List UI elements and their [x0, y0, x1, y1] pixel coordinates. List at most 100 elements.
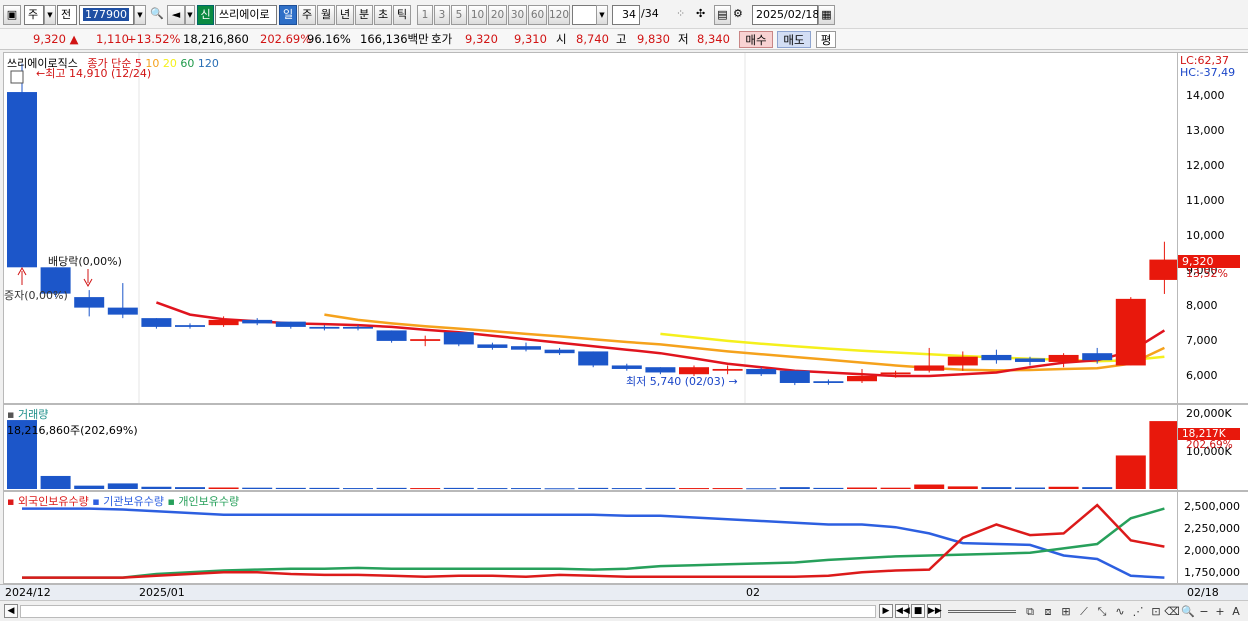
high-label: 고: [616, 32, 627, 46]
search-icon[interactable]: 🔍: [149, 5, 165, 25]
minute-option-3[interactable]: 3: [434, 5, 450, 25]
minute-option-1[interactable]: 1: [417, 5, 433, 25]
page-counter-input[interactable]: 34: [612, 5, 640, 25]
volume-bar: [578, 487, 609, 489]
zoom-slider[interactable]: [948, 610, 1016, 613]
candle-body: [376, 330, 407, 341]
holding-tick: 2,500,000: [1184, 499, 1240, 513]
crosshair-icon[interactable]: ✣: [696, 5, 712, 25]
candle-body: [645, 367, 676, 373]
line-tool-icon[interactable]: ⟋: [1076, 604, 1092, 619]
zoom-icon[interactable]: 🔍: [1180, 604, 1196, 619]
layout-icon[interactable]: ▣: [3, 5, 21, 25]
minute-option-120[interactable]: 120: [548, 5, 570, 25]
minute-option-30[interactable]: 30: [508, 5, 527, 25]
copy-icon[interactable]: ⧉: [1022, 604, 1038, 619]
price-chart[interactable]: ←최고 14,910 (12/24)최저 5,740 (02/03) →배당락(…: [4, 53, 1178, 404]
interval-tab-6[interactable]: 틱: [393, 5, 411, 25]
chevron-down-icon[interactable]: ▼: [134, 5, 146, 25]
minute-option-60[interactable]: 60: [528, 5, 547, 25]
font-size-icon[interactable]: A: [1228, 604, 1244, 619]
minute-option-10[interactable]: 10: [468, 5, 487, 25]
volume-bar: [847, 487, 877, 489]
candle-body: [477, 344, 508, 348]
interval-tab-0[interactable]: 일: [279, 5, 297, 25]
gear-icon[interactable]: ⚙: [733, 5, 749, 25]
holding-legend-1: ▪ 기관보유수량: [88, 495, 164, 508]
candle-body: [1115, 298, 1146, 366]
speaker-icon[interactable]: ◄: [167, 5, 185, 25]
volume-bar: [74, 485, 105, 489]
volume-bar: [275, 487, 306, 489]
sell-button[interactable]: 매도: [777, 31, 811, 48]
high-price: 9,830: [637, 32, 670, 46]
wave-tool-icon[interactable]: ∿: [1112, 604, 1128, 619]
zoom-in-icon[interactable]: +: [1212, 604, 1228, 619]
chevron-down-icon[interactable]: ▼: [185, 5, 195, 25]
interval-tab-3[interactable]: 년: [336, 5, 354, 25]
zoom-out-icon[interactable]: −: [1196, 604, 1212, 619]
volume-bar: [746, 488, 777, 490]
interval-tab-1[interactable]: 주: [298, 5, 316, 25]
price-tick: 7,000: [1186, 333, 1218, 347]
minute-tabs: 1 3 5 10 20 30 60 120: [417, 5, 571, 25]
volume-bar: [679, 488, 709, 490]
candle-body: [343, 326, 373, 329]
scroll-track[interactable]: [20, 605, 876, 618]
buy-button[interactable]: 매수: [739, 31, 773, 48]
chevron-down-icon[interactable]: ▼: [596, 5, 608, 25]
minute-option-20[interactable]: 20: [488, 5, 507, 25]
stock-chart-window: ▣ 주 ▼ 전 177900 ▼ 🔍 ◄ ▼ 신 쓰리에이로 일주월년분초틱 1…: [0, 0, 1248, 621]
holding-axis: 2,500,000 2,250,000 2,000,000 1,750,000: [1178, 491, 1248, 584]
stop-icon[interactable]: ■: [911, 604, 925, 618]
volume-chart[interactable]: [4, 405, 1178, 491]
date-input[interactable]: 2025/02/18: [752, 5, 819, 25]
dividend-arrow: [83, 269, 93, 288]
price-axis: LC:62,37 HC:-37,49 14,000 13,000 12,000 11,…: [1178, 52, 1248, 404]
stock-name: 쓰리에이로: [215, 5, 277, 25]
fan-tool-icon[interactable]: ⋰: [1130, 604, 1146, 619]
stock-title: 쓰리에이로직스: [7, 57, 78, 70]
low-price: 8,340: [697, 32, 730, 46]
volume-bar: [947, 486, 978, 489]
trend-tool-icon[interactable]: ⤡: [1094, 604, 1110, 619]
window-icon[interactable]: ⧈: [1040, 604, 1056, 619]
holding-legend-0: ▪ 외국인보유수량: [7, 495, 89, 508]
grid-tool-icon[interactable]: ⊡: [1148, 604, 1164, 619]
split-icon[interactable]: ⊞: [1058, 604, 1074, 619]
candle-body: [779, 370, 810, 383]
fast-forward-icon[interactable]: ▶▶: [927, 604, 942, 618]
rewind-icon[interactable]: ◀◀: [895, 604, 910, 618]
scroll-left-icon[interactable]: ◀: [4, 604, 18, 618]
holding-tick: 2,000,000: [1184, 544, 1240, 558]
chevron-down-icon[interactable]: ▼: [44, 5, 56, 25]
chart-scrollbar: ◀ ▶ ◀◀ ■ ▶▶ ⧉ ⧈ ⊞ ⟋ ⤡ ∿ ⋰ ⊡ ⌫ 🔍 − + A: [0, 600, 1248, 621]
interval-tab-4[interactable]: 분: [355, 5, 373, 25]
interval-tab-2[interactable]: 월: [317, 5, 335, 25]
scroll-right-icon[interactable]: ▶: [879, 604, 893, 618]
period-select[interactable]: 주: [24, 5, 44, 25]
holding-tick: 2,250,000: [1184, 521, 1240, 535]
candle-body: [578, 351, 609, 366]
dots-icon[interactable]: ⁘: [676, 5, 692, 25]
eval-button[interactable]: 평: [816, 31, 836, 48]
volume-bar: [611, 488, 642, 490]
volume-bar: [712, 488, 743, 490]
volume-bar: [107, 483, 138, 489]
holding-pane: ▪ 외국인보유수량 ▪ 기관보유수량 ▪ 개인보유수량: [3, 491, 1178, 584]
save-icon[interactable]: ▤: [714, 5, 731, 25]
prev-toggle[interactable]: 전: [57, 5, 77, 25]
stock-code-input[interactable]: 177900: [79, 5, 134, 25]
volume-tick: 20,000K: [1186, 407, 1232, 421]
candle-body: [611, 365, 642, 369]
volume-bar: [1082, 487, 1113, 489]
ma-legend-60: 60: [180, 57, 198, 70]
interval-tab-5[interactable]: 초: [374, 5, 392, 25]
calendar-icon[interactable]: ▦: [818, 5, 835, 25]
volume-bar: [208, 487, 239, 489]
volume-bar: [511, 488, 541, 490]
minute-option-5[interactable]: 5: [451, 5, 467, 25]
candle-body: [175, 325, 205, 327]
delete-tool-icon[interactable]: ⌫: [1164, 604, 1180, 619]
open-label: 시: [556, 32, 567, 46]
